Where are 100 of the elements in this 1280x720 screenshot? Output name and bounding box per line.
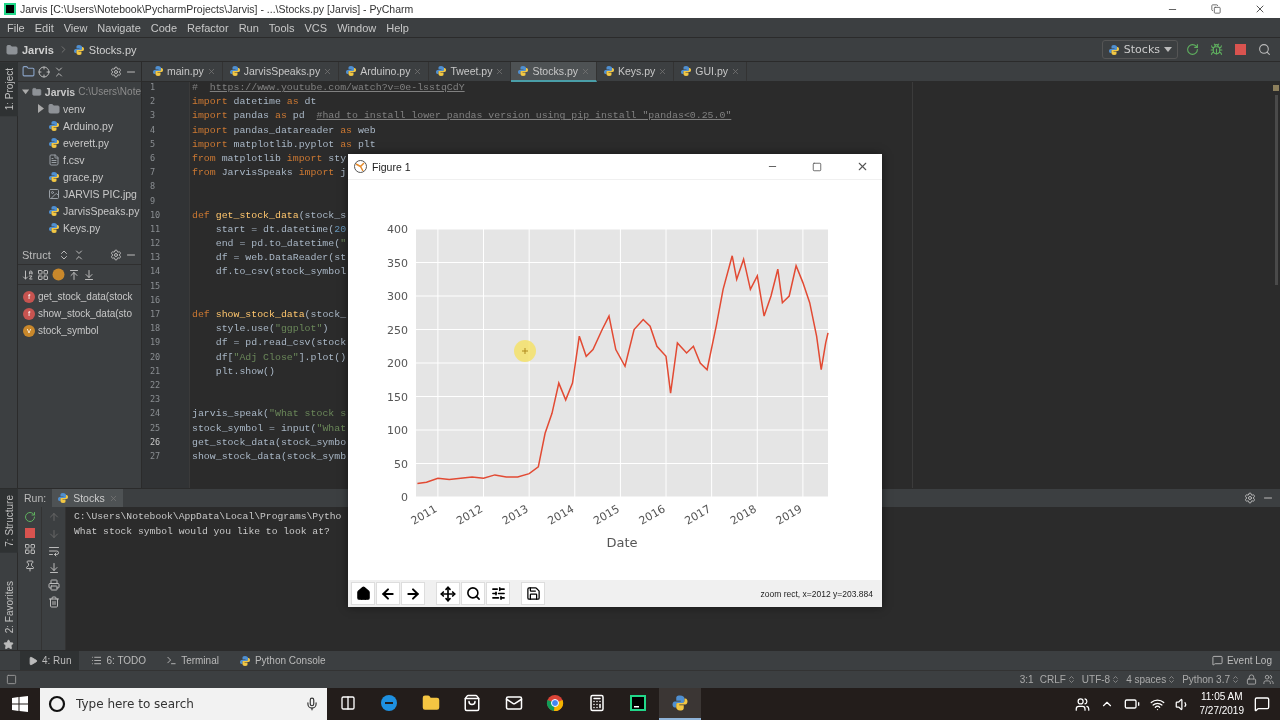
breadcrumb-item[interactable]: Jarvis <box>22 43 54 56</box>
sort-icon[interactable] <box>22 268 34 281</box>
tree-item[interactable]: venv <box>63 102 86 115</box>
menu-item[interactable]: Help <box>381 21 414 34</box>
status-item[interactable]: CRLF <box>1039 674 1066 685</box>
tree-item[interactable]: everett.py <box>63 136 110 149</box>
breadcrumb-item[interactable]: Stocks.py <box>88 43 137 56</box>
scroll-to-end-icon[interactable] <box>47 562 60 574</box>
maximize-icon[interactable] <box>812 161 822 172</box>
pin-icon[interactable] <box>23 560 36 572</box>
edge-icon[interactable] <box>380 694 399 712</box>
tree-item[interactable]: JarvisSpeaks.py <box>63 204 140 217</box>
editor-tab[interactable]: Stocks.py <box>511 62 597 82</box>
expanded-arrow-icon[interactable] <box>22 87 30 96</box>
menu-item[interactable]: Edit <box>29 21 59 34</box>
calculator-icon[interactable] <box>587 694 606 712</box>
locate-icon[interactable] <box>38 65 50 78</box>
status-item[interactable]: 4 spaces <box>1126 674 1167 685</box>
notifications-icon[interactable] <box>1254 696 1270 712</box>
trash-icon[interactable] <box>47 596 60 608</box>
menu-item[interactable]: Tools <box>263 21 300 34</box>
close-icon[interactable] <box>1254 3 1266 15</box>
side-tab[interactable]: 1: Project <box>0 62 18 117</box>
configure-button[interactable] <box>486 582 510 605</box>
clock-date[interactable]: 7/27/2019 <box>1199 704 1244 718</box>
star-icon[interactable] <box>3 639 14 650</box>
side-tab[interactable]: 2: Favorites <box>0 574 18 639</box>
windows-logo-icon[interactable] <box>12 696 28 712</box>
people-icon[interactable] <box>1074 696 1090 712</box>
restore-icon[interactable] <box>1211 4 1221 14</box>
structure-item[interactable]: stock_symbol <box>38 325 99 336</box>
rerun-icon[interactable] <box>23 511 36 523</box>
wifi-icon[interactable] <box>1149 696 1165 712</box>
tree-item[interactable]: Arduino.py <box>63 119 114 132</box>
menu-item[interactable]: File <box>2 21 30 34</box>
collapsed-arrow-icon[interactable] <box>36 104 45 113</box>
scroll-to-icon[interactable] <box>83 268 95 281</box>
menu-item[interactable]: Navigate <box>92 21 146 34</box>
settings-icon[interactable] <box>1244 492 1256 504</box>
run-tab[interactable]: Stocks <box>52 489 123 507</box>
structure-item[interactable]: show_stock_data(sto <box>38 308 132 319</box>
symbol-badge: v <box>23 324 35 337</box>
clock-time[interactable]: 11:05 AM <box>1201 690 1243 704</box>
status-item[interactable]: Python 3.7 <box>1182 674 1230 685</box>
menu-item[interactable]: Run <box>233 21 264 34</box>
collapse-icon[interactable] <box>53 65 65 78</box>
settings-icon[interactable] <box>110 248 122 261</box>
tree-item[interactable]: Keys.py <box>63 221 101 234</box>
zoom-button[interactable] <box>461 582 485 605</box>
pan-button[interactable] <box>436 582 460 605</box>
home-button[interactable] <box>351 582 375 605</box>
stop-icon[interactable] <box>1234 44 1246 55</box>
tool-window-tab[interactable]: 4: Run <box>20 650 80 671</box>
inspector-icon[interactable] <box>1263 674 1274 685</box>
scroll-from-icon[interactable] <box>68 268 80 281</box>
soft-wrap-icon[interactable] <box>47 545 60 557</box>
lock-icon[interactable] <box>1246 674 1257 685</box>
folder-icon[interactable] <box>421 694 440 712</box>
tool-window-tab[interactable]: Terminal <box>158 650 227 671</box>
pycharm-icon[interactable] <box>629 694 648 712</box>
rerun-icon[interactable] <box>1185 43 1199 56</box>
side-tab[interactable]: 7: Structure <box>0 489 18 553</box>
tree-item[interactable]: Jarvis <box>44 85 76 98</box>
tool-window-tab[interactable]: Python Console <box>230 650 334 671</box>
fields-icon[interactable] <box>37 268 49 281</box>
search-icon[interactable] <box>1257 43 1271 56</box>
task-view-icon[interactable] <box>339 695 356 711</box>
panel-toggle-icon[interactable] <box>6 674 17 685</box>
microphone-icon[interactable] <box>305 697 319 711</box>
store-icon[interactable] <box>463 694 482 712</box>
print-icon[interactable] <box>47 579 60 591</box>
mail-icon[interactable] <box>504 694 523 712</box>
event-log-button[interactable]: Event Log <box>1203 650 1280 671</box>
status-item[interactable]: UTF-8 <box>1081 674 1111 685</box>
menu-item[interactable]: Refactor <box>182 21 234 34</box>
back-button[interactable] <box>376 582 400 605</box>
menu-item[interactable]: VCS <box>299 21 333 34</box>
search-field[interactable]: Type here to search <box>74 696 297 712</box>
settings-icon[interactable] <box>110 65 122 78</box>
forward-button[interactable] <box>401 582 425 605</box>
project-view-icon[interactable] <box>22 65 35 78</box>
layout-icon[interactable] <box>23 543 36 555</box>
chrome-icon[interactable] <box>546 694 565 712</box>
function-filter-icon[interactable] <box>52 268 65 281</box>
tree-item[interactable]: JARVIS PIC.jpg <box>63 187 137 200</box>
taskbar-app[interactable] <box>659 688 701 720</box>
caret-position[interactable]: 3:1 <box>1019 674 1034 685</box>
tree-item[interactable]: f.csv <box>63 153 85 166</box>
debug-icon[interactable] <box>1209 43 1223 56</box>
tree-item[interactable]: grace.py <box>63 170 104 183</box>
save-button[interactable] <box>521 582 545 605</box>
battery-icon[interactable] <box>1123 696 1140 712</box>
menu-item[interactable]: Code <box>145 21 183 34</box>
search-box[interactable]: Type here to search <box>40 688 327 720</box>
menu-item[interactable]: Window <box>332 21 382 34</box>
stop-icon[interactable] <box>24 528 35 538</box>
menu-item[interactable]: View <box>58 21 93 34</box>
tool-window-tab[interactable]: 6: TODO <box>83 650 155 671</box>
run-config-dropdown[interactable]: Stocks <box>1101 40 1178 59</box>
structure-item[interactable]: get_stock_data(stock <box>38 291 133 302</box>
